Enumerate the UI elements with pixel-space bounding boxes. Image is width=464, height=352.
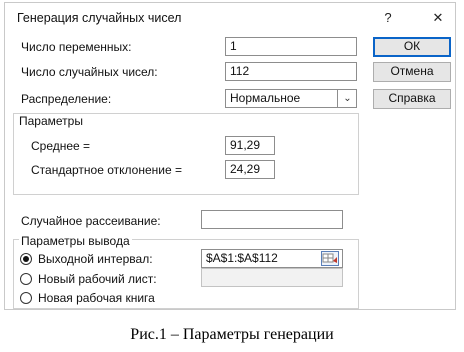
num-random-input[interactable]: 112 (225, 62, 357, 81)
random-seed-input[interactable] (201, 210, 343, 229)
num-random-label: Число случайных чисел: (21, 65, 158, 79)
parameters-header: Параметры (19, 114, 83, 128)
num-vars-label: Число переменных: (21, 40, 132, 54)
output-range-label: Выходной интервал: (38, 252, 153, 266)
dialog-title: Генерация случайных чисел (17, 11, 182, 25)
range-selector-icon[interactable] (321, 251, 339, 266)
random-seed-label: Случайное рассеивание: (21, 214, 161, 228)
mean-label: Среднее = (31, 139, 91, 153)
std-dev-input[interactable]: 24,29 (225, 160, 275, 179)
std-dev-label: Стандартное отклонение = (31, 163, 182, 177)
output-range-value: $A$1:$A$112 (206, 251, 278, 265)
distribution-label: Распределение: (21, 92, 112, 106)
new-workbook-label: Новая рабочая книга (38, 291, 155, 305)
mean-input[interactable]: 91,29 (225, 136, 275, 155)
random-number-generation-dialog: Генерация случайных чисел ? ✕ Число пере… (4, 2, 456, 310)
new-worksheet-radio[interactable] (20, 273, 32, 285)
new-workbook-radio[interactable] (20, 292, 32, 304)
new-worksheet-input[interactable] (201, 268, 343, 287)
figure-caption: Рис.1 – Параметры генерации (130, 326, 334, 343)
num-vars-input[interactable]: 1 (225, 37, 357, 56)
close-icon[interactable]: ✕ (427, 7, 449, 29)
chevron-down-icon[interactable]: ⌄ (337, 90, 357, 107)
output-range-radio[interactable] (20, 253, 32, 265)
distribution-value: Нормальное (230, 91, 301, 105)
help-icon[interactable]: ? (377, 7, 399, 29)
cancel-button[interactable]: Отмена (373, 62, 451, 82)
help-button[interactable]: Справка (373, 89, 451, 109)
ok-button[interactable]: ОК (373, 37, 451, 57)
output-options-header: Параметры вывода (19, 234, 132, 248)
new-worksheet-label: Новый рабочий лист: (38, 272, 157, 286)
